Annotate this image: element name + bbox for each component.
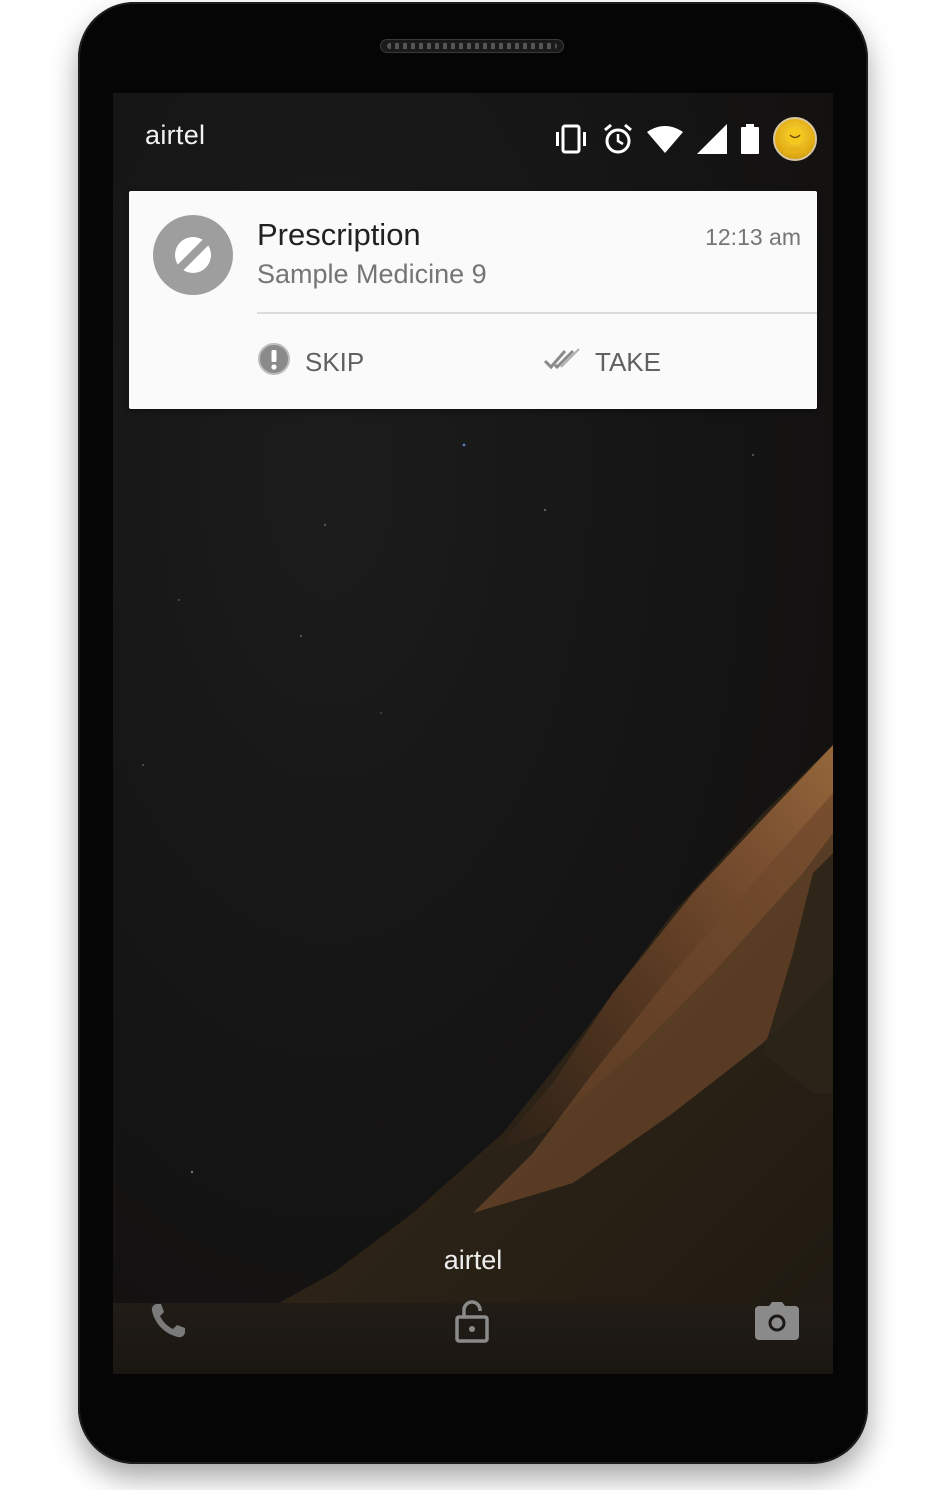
take-button[interactable]: TAKE <box>543 341 661 383</box>
earpiece-speaker <box>380 39 564 53</box>
skip-button[interactable]: SKIP <box>257 341 364 383</box>
avatar[interactable] <box>773 117 817 161</box>
lock-icon[interactable] <box>444 1293 500 1349</box>
lock-screen: airtel Prescription Sample Medicine 9 12… <box>113 93 833 1374</box>
status-icons <box>553 117 817 161</box>
lockscreen-carrier: airtel <box>443 1245 503 1275</box>
wifi-icon <box>647 125 683 153</box>
phone-frame: airtel Prescription Sample Medicine 9 12… <box>78 2 868 1464</box>
skip-label: SKIP <box>305 346 365 377</box>
take-label: TAKE <box>595 346 661 377</box>
phone-icon[interactable] <box>140 1293 196 1349</box>
signal-icon <box>697 124 727 154</box>
notification-time: 12:13 am <box>705 224 801 250</box>
alert-circle-icon <box>257 342 291 383</box>
prescription-notification[interactable]: Prescription Sample Medicine 9 12:13 am … <box>129 191 817 409</box>
notification-text: Sample Medicine 9 <box>257 259 487 289</box>
carrier-name: airtel <box>145 120 206 150</box>
status-bar: airtel <box>113 93 833 179</box>
notification-divider <box>257 312 817 314</box>
alarm-icon <box>603 123 633 155</box>
notification-title: Prescription <box>257 217 421 252</box>
vibrate-icon <box>553 123 589 155</box>
double-check-icon <box>543 345 581 380</box>
pill-icon <box>153 215 233 295</box>
battery-icon <box>741 124 759 154</box>
camera-icon[interactable] <box>749 1293 805 1349</box>
